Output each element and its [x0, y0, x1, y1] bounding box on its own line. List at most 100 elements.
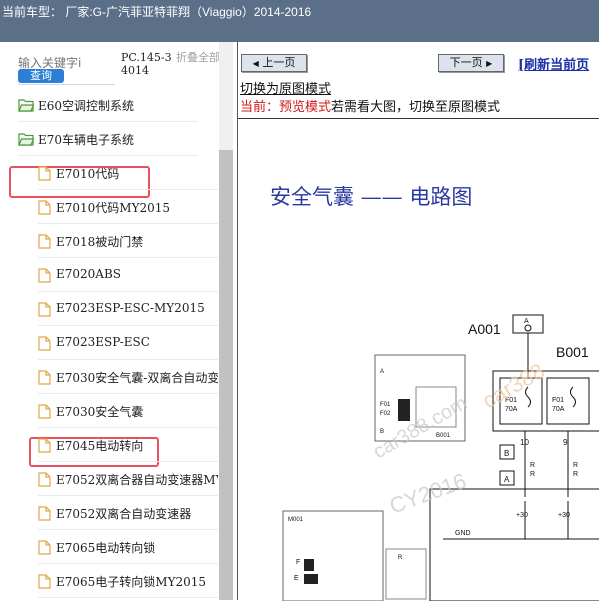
control-module-box [429, 488, 599, 601]
tree-doc-label: E7023ESP-ESC-MY2015 [56, 301, 205, 315]
tree-folder-label: E60空调控制系统 [38, 99, 135, 113]
refresh-page-link[interactable]: [刷新当前页 [518, 54, 589, 73]
a001-pin [524, 324, 532, 332]
next-page-label: 下一页 [449, 56, 483, 69]
search-divider [18, 84, 115, 85]
e-label: E [294, 575, 299, 582]
document-icon [38, 200, 51, 215]
folder-open-icon [18, 99, 34, 112]
page-nav-bar: ◀ 上一页 下一页 ▶ [刷新当前页 [238, 42, 599, 82]
f01-label: F01 [380, 402, 391, 408]
arrow-right-icon: ▶ [486, 59, 493, 68]
watermark-3: CY2016 [386, 468, 469, 519]
a-top-label: A [524, 318, 529, 325]
tree-folder-e60[interactable]: E60空调控制系统 [18, 88, 198, 122]
prev-page-button[interactable]: ◀ 上一页 [241, 54, 307, 72]
m001-box [282, 510, 384, 601]
f01-amp2-label: 70A [552, 406, 565, 413]
tree-doc-label: E7030安全气囊 [56, 405, 144, 419]
status-suffix: 若需看大图，切换至原图模式 [331, 100, 501, 115]
f01-amp-label: 70A [505, 406, 518, 413]
connector-pin-grid [385, 548, 427, 600]
search-button[interactable]: 查询 [18, 69, 64, 83]
folder-open-icon [18, 133, 34, 146]
pin9-label: 9 [563, 438, 568, 447]
tree-doc-label: E7020ABS [56, 267, 122, 281]
tree-doc-item[interactable]: E7065电子转向锁MY2015 [38, 564, 218, 598]
switch-original-mode-link[interactable]: 切换为原图模式 [240, 78, 331, 97]
tree-doc-item[interactable]: E7030安全气囊-双离合自动变速 [38, 360, 218, 394]
b001-small-label: B001 [436, 433, 451, 439]
circuit-diagram: A001 A B001 F01 70A F01 70A 10 9 B R R R… [282, 314, 599, 601]
document-icon [38, 574, 51, 589]
tree-doc-item-selected[interactable]: E7030安全气囊 [38, 394, 218, 428]
a-small-label: A [504, 475, 510, 484]
b-mid-label: B [380, 429, 384, 435]
document-icon [38, 506, 51, 521]
f01-inner2-label: F01 [552, 397, 564, 404]
plus30-1-label: +30 [516, 512, 528, 519]
tree-folder-label: E70车辆电子系统 [38, 133, 135, 147]
tree-doc-item[interactable]: E7052双离合自动变速器 [38, 496, 218, 530]
document-icon [38, 268, 51, 283]
tree-doc-label: E7010代码MY2015 [56, 201, 171, 215]
tree-doc-item[interactable]: E7023ESP-ESC-MY2015 [38, 292, 218, 326]
tree-doc-item[interactable]: E7052双离合器自动变速器MY2015 [38, 462, 218, 496]
m001-black-block-2 [304, 574, 318, 584]
tree-doc-label: E7052双离合器自动变速器MY2015 [56, 473, 218, 487]
r5-label: R [398, 555, 403, 561]
r1-label: R [530, 462, 535, 469]
f02-label: F02 [380, 411, 391, 417]
collapse-all-button[interactable]: 折叠全部 [176, 51, 220, 64]
pc-code: PC.145-34014 [121, 51, 172, 77]
b001-label: B001 [556, 344, 589, 360]
tree-doc-item[interactable]: E7023ESP-ESC [38, 326, 218, 360]
tree-doc-label: E7065电子转向锁MY2015 [56, 575, 207, 589]
document-icon [38, 234, 51, 249]
tree-doc-label: E7045电动转向 [56, 439, 144, 453]
tree-doc-label: E7030安全气囊-双离合自动变速 [56, 371, 218, 385]
vehicle-model-title: 当前车型： 厂家:G-广汽菲亚特菲翔（Viaggio）2014-2016 [2, 5, 312, 19]
r2-label: R [530, 471, 535, 478]
tree-doc-label: E7018被动门禁 [56, 235, 144, 249]
tree-doc-item[interactable]: E7020ABS [38, 258, 218, 292]
sidebar-scrollbar-thumb[interactable] [219, 150, 233, 600]
fuse-symbol-right [570, 386, 576, 408]
tree-doc-item[interactable]: E7010代码MY2015 [38, 190, 218, 224]
status-mode: 预览模式 [279, 100, 332, 115]
gnd-label: GND [455, 530, 471, 537]
tree-doc-item[interactable]: E7010代码 [38, 156, 218, 190]
status-prefix: 当前： [240, 100, 280, 115]
tree-doc-item[interactable]: E7045电动转向 [38, 428, 218, 462]
arrow-left-icon: ◀ [252, 59, 259, 68]
r3-label: R [573, 462, 578, 469]
document-icon [38, 438, 51, 453]
tree-doc-label: E7023ESP-ESC [56, 335, 150, 349]
tree-doc-label: E7052双离合自动变速器 [56, 507, 192, 521]
document-icon [38, 302, 51, 317]
tree-doc-item[interactable]: E7065电动转向锁 [38, 530, 218, 564]
tree-doc-label: E7065电动转向锁 [56, 541, 156, 555]
a-mid-label: A [380, 369, 384, 375]
f-label: F [296, 559, 300, 566]
a001-label: A001 [468, 321, 501, 337]
m001-label: M001 [288, 517, 304, 523]
m001-black-block-1 [304, 559, 314, 571]
document-icon [38, 370, 51, 385]
r4-label: R [573, 471, 578, 478]
tree-doc-label: E7010代码 [56, 167, 120, 181]
sidebar: 查询 PC.145-34014 折叠全部 E60空调控制系统 E70车辆电子系统… [0, 42, 237, 600]
prev-page-label: 上一页 [262, 56, 296, 69]
document-icon [38, 166, 51, 181]
tree-doc-item[interactable]: E7018被动门禁 [38, 224, 218, 258]
circuit-diagram-frame[interactable]: 安全气囊 —— 电路图 A001 A B001 F01 70A F01 70A … [238, 118, 599, 601]
document-icon [38, 404, 51, 419]
next-page-button[interactable]: 下一页 ▶ [438, 54, 504, 72]
fuse-panel-black-block [398, 399, 410, 421]
document-icon [38, 472, 51, 487]
tree-folder-e70[interactable]: E70车辆电子系统 [18, 122, 198, 156]
document-icon [38, 336, 51, 351]
main-content: ◀ 上一页 下一页 ▶ [刷新当前页 切换为原图模式 当前：预览模式若需看大图，… [237, 42, 599, 601]
top-header-bar: 当前车型： 厂家:G-广汽菲亚特菲翔（Viaggio）2014-2016 [0, 0, 599, 42]
view-mode-status: 当前：预览模式若需看大图，切换至原图模式 [240, 96, 500, 115]
